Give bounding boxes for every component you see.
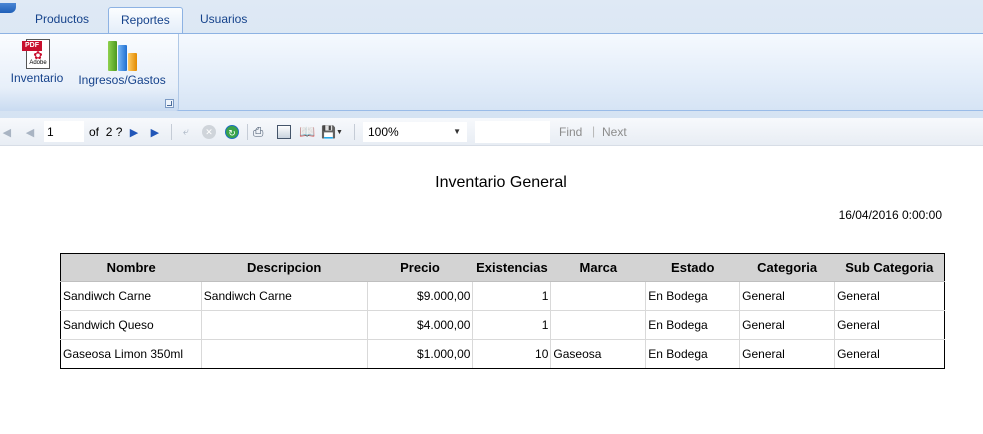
stop-icon[interactable]: ✕ [202, 123, 216, 141]
cell-categoria: General [739, 281, 836, 311]
back-icon[interactable]: ⤶ [178, 123, 194, 141]
cell-categoria: General [739, 310, 836, 340]
chevron-down-icon: ▼ [453, 127, 461, 136]
cell-descripcion [201, 339, 368, 369]
page-of-label: of 2 ? [89, 125, 123, 139]
current-page-input[interactable] [44, 121, 84, 142]
ribbon-tabs: Productos Reportes Usuarios [0, 0, 983, 34]
bar-chart-icon [105, 37, 139, 71]
page-setup-icon[interactable]: 📖 [299, 123, 315, 141]
toolbar-separator [171, 124, 172, 140]
tab-productos[interactable]: Productos [23, 7, 101, 34]
cell-precio: $9.000,00 [367, 281, 474, 311]
column-header: Existencias [472, 253, 551, 282]
cell-estado: En Bodega [645, 339, 741, 369]
inventario-label: Inventario [10, 71, 64, 85]
ingresos-gastos-button[interactable]: Ingresos/Gastos [78, 37, 166, 87]
cell-estado: En Bodega [645, 281, 741, 311]
first-page-icon[interactable]: ◀ [0, 123, 16, 141]
toolbar-separator [354, 124, 355, 140]
table-row: Sandiwch Carne Sandiwch Carne $9.000,00 … [60, 281, 945, 311]
cell-nombre: Gaseosa Limon 350ml [60, 339, 202, 369]
refresh-icon[interactable]: ↻ [225, 123, 239, 141]
report-date: 16/04/2016 0:00:00 [838, 208, 942, 222]
cell-nombre: Sandwich Queso [60, 310, 202, 340]
inventory-table: Nombre Descripcion Precio Existencias Ma… [60, 253, 945, 369]
column-header: Marca [550, 253, 646, 282]
cell-existencias: 1 [472, 281, 552, 311]
report-title: Inventario General [435, 174, 567, 191]
cell-marca [550, 310, 647, 340]
tab-usuarios[interactable]: Usuarios [188, 7, 259, 34]
column-header: Categoria [739, 253, 835, 282]
column-header: Descripcion [201, 253, 368, 282]
cell-categoria: General [739, 339, 836, 369]
cell-marca [550, 281, 647, 311]
cell-existencias: 10 [472, 339, 552, 369]
column-header: Nombre [60, 253, 202, 282]
print-icon[interactable]: ⎙ [253, 123, 263, 141]
find-input[interactable] [475, 121, 550, 143]
table-row: Sandwich Queso $4.000,00 1 En Bodega Gen… [60, 310, 945, 340]
cell-existencias: 1 [472, 310, 552, 340]
column-header: Precio [367, 253, 473, 282]
cell-descripcion [201, 310, 368, 340]
find-separator: | [592, 124, 596, 138]
ribbon: Productos Reportes Usuarios PDF ✿ Adobe … [0, 0, 983, 118]
cell-marca: Gaseosa [550, 339, 647, 369]
ribbon-panel: PDF ✿ Adobe Inventario Ingresos/Gastos [0, 33, 983, 111]
cell-subcategoria: General [834, 281, 945, 311]
cell-subcategoria: General [834, 310, 945, 340]
ingresos-gastos-label: Ingresos/Gastos [78, 73, 166, 87]
report-page: Inventario General 16/04/2016 0:00:00 No… [0, 146, 983, 434]
previous-page-icon[interactable]: ◀ [22, 123, 38, 141]
toolbar-separator [247, 124, 248, 140]
column-header: Sub Categoria [834, 253, 945, 282]
tab-reportes[interactable]: Reportes [108, 7, 183, 34]
table-header-row: Nombre Descripcion Precio Existencias Ma… [60, 253, 945, 282]
cell-precio: $1.000,00 [367, 339, 474, 369]
cell-subcategoria: General [834, 339, 945, 369]
find-link[interactable]: Find [559, 125, 582, 139]
cell-precio: $4.000,00 [367, 310, 474, 340]
total-pages: 2 ? [105, 125, 123, 139]
zoom-select[interactable]: 100% ▼ [363, 122, 467, 142]
cell-estado: En Bodega [645, 310, 741, 340]
last-page-icon[interactable]: ▶ [148, 123, 164, 141]
export-icon[interactable]: 💾 ▼ [321, 123, 343, 141]
reports-group: PDF ✿ Adobe Inventario Ingresos/Gastos [0, 34, 179, 111]
cell-nombre: Sandiwch Carne [60, 281, 202, 311]
cell-descripcion: Sandiwch Carne [201, 281, 368, 311]
next-page-icon[interactable]: ▶ [126, 123, 142, 141]
column-header: Estado [645, 253, 740, 282]
table-row: Gaseosa Limon 350ml $1.000,00 10 Gaseosa… [60, 339, 945, 369]
next-link[interactable]: Next [602, 125, 627, 139]
print-layout-icon[interactable] [277, 123, 291, 141]
pdf-icon: PDF ✿ Adobe [22, 37, 52, 69]
inventario-button[interactable]: PDF ✿ Adobe Inventario [8, 37, 66, 85]
group-launcher-icon[interactable] [165, 99, 174, 108]
